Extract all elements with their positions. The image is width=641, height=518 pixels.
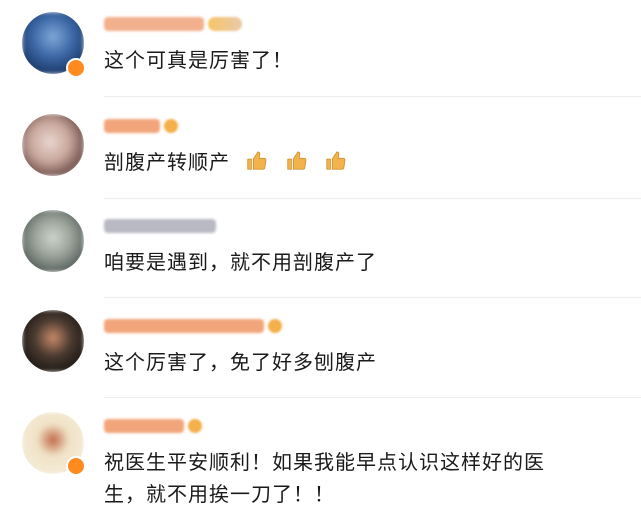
vip-badge-icon: [188, 419, 202, 433]
username-blurred[interactable]: [104, 319, 264, 333]
divider: [104, 198, 641, 199]
comment-item: 剖腹产转顺产: [0, 100, 641, 200]
avatar[interactable]: [22, 210, 84, 272]
vip-badge-icon: [268, 319, 282, 333]
avatar[interactable]: [22, 310, 84, 372]
avatar[interactable]: [22, 114, 84, 176]
comment-item: 这个可真是厉害了！: [0, 0, 641, 100]
username-blurred[interactable]: [104, 17, 204, 31]
username-blurred[interactable]: [104, 119, 160, 133]
thumbs-up-icon: [326, 151, 346, 170]
vip-badge-icon: [164, 119, 178, 133]
thumbs-up-icon: [247, 151, 267, 170]
divider: [104, 297, 641, 298]
comment-text-row: 剖腹产转顺产: [104, 146, 621, 178]
comment-text: 这个可真是厉害了！: [104, 48, 293, 72]
comment-text-line-2: 生，就不用挨一刀了！！: [104, 482, 335, 506]
comment-text: 祝医生平安顺利！如果我能早点认识这样好的医 生，就不用挨一刀了！！: [104, 446, 621, 510]
comment-item: 咱要是遇到，就不用剖腹产了: [0, 200, 641, 300]
comment-text: 剖腹产转顺产: [104, 150, 230, 174]
comment-item: 祝医生平安顺利！如果我能早点认识这样好的医 生，就不用挨一刀了！！: [0, 400, 641, 518]
comment-text: 咱要是遇到，就不用剖腹产了: [104, 250, 377, 274]
thumbs-up-group: [245, 146, 356, 178]
username-blurred[interactable]: [104, 219, 216, 233]
divider: [104, 96, 641, 97]
comment-list: 这个可真是厉害了！ 剖腹产转顺产 咱要是遇到，就不用剖腹产了 这个厉害了，免了好…: [0, 0, 641, 518]
thumbs-up-icon: [287, 151, 307, 170]
vip-badge-icon: [208, 17, 242, 31]
verified-badge-icon: [66, 58, 86, 78]
comment-text: 这个厉害了，免了好多刨腹产: [104, 350, 377, 374]
username-blurred[interactable]: [104, 419, 184, 433]
comment-item: 这个厉害了，免了好多刨腹产: [0, 300, 641, 400]
comment-text-line-1: 祝医生平安顺利！如果我能早点认识这样好的医: [104, 450, 545, 474]
verified-badge-icon: [66, 456, 86, 476]
divider: [104, 397, 641, 398]
